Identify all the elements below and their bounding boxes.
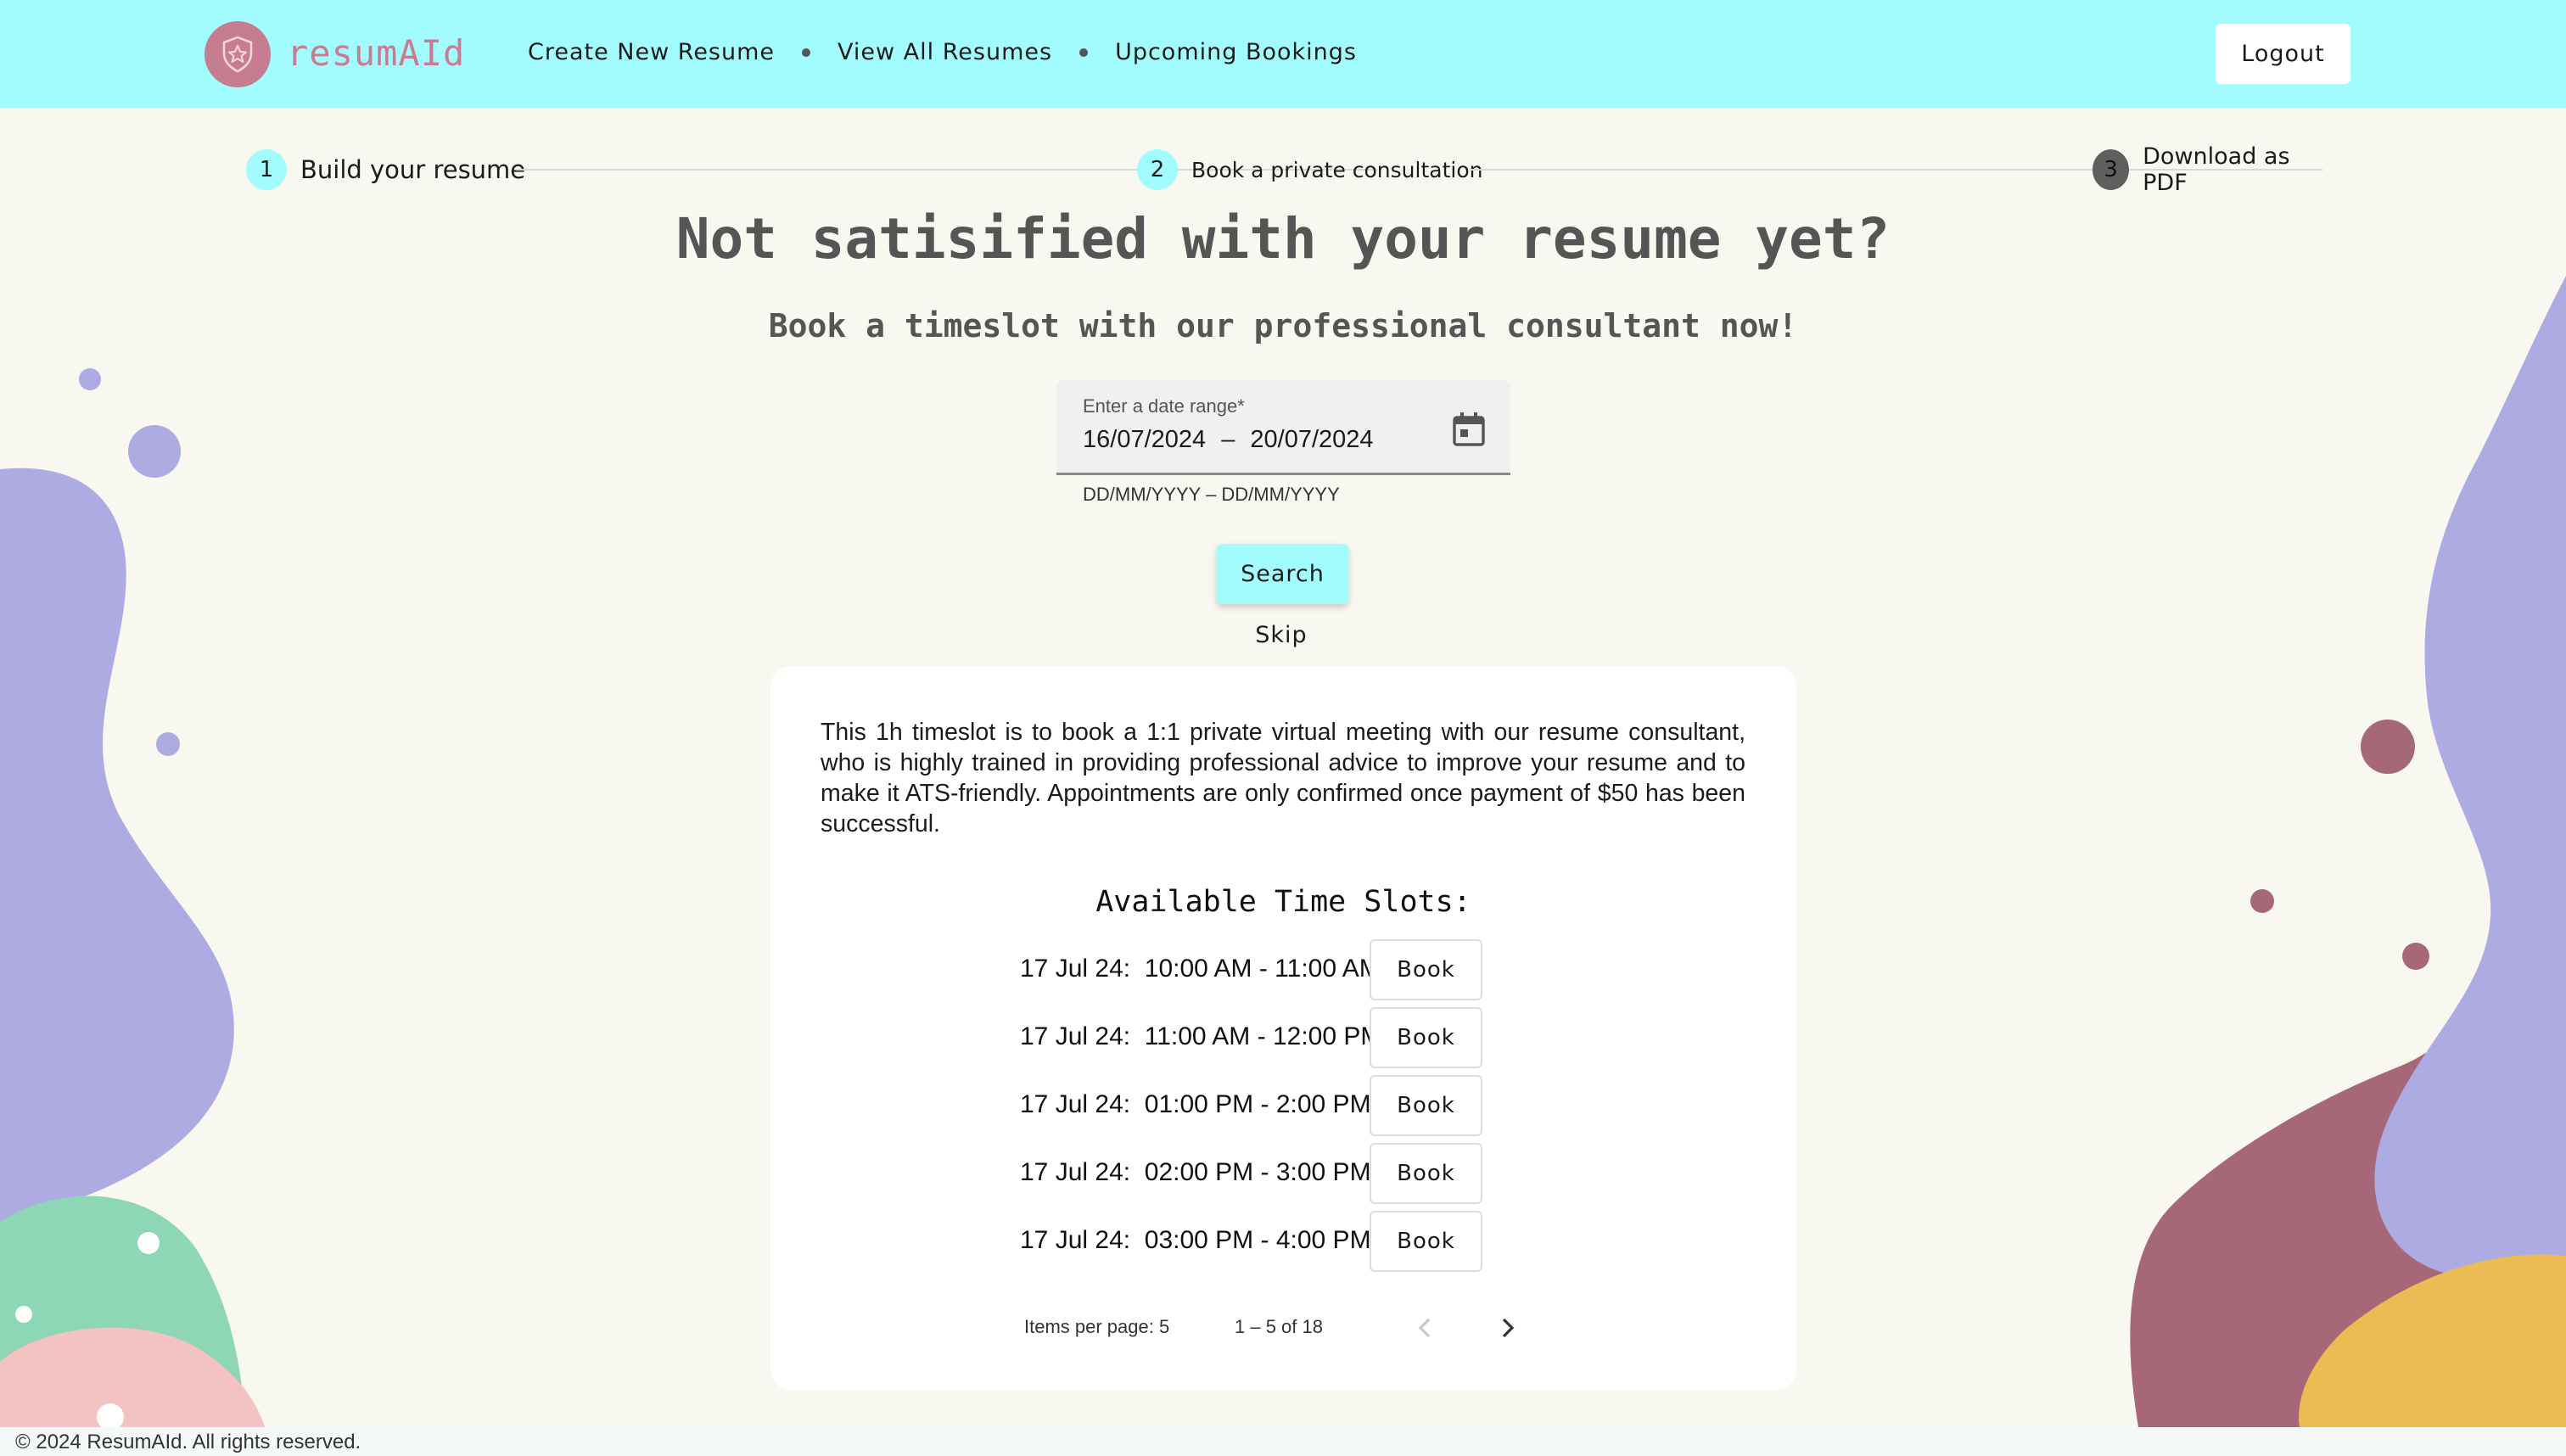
copyright-text: © 2024 ResumAId. All rights reserved. xyxy=(15,1431,361,1453)
date-separator: – xyxy=(1221,426,1235,453)
right-dot-small xyxy=(2250,889,2274,913)
left-pink-blob xyxy=(0,1327,265,1427)
date-range-label: Enter a date range* xyxy=(1083,395,1245,417)
page-range-label: 1 – 5 of 18 xyxy=(1235,1316,1323,1337)
date-range-value: 16/07/2024 – 20/07/2024 xyxy=(1083,426,1374,454)
book-button[interactable]: Book xyxy=(1370,1007,1482,1068)
footer: © 2024 ResumAId. All rights reserved. xyxy=(0,1427,2566,1456)
date-start-input[interactable]: 16/07/2024 xyxy=(1083,426,1206,453)
logout-button[interactable]: Logout xyxy=(2216,24,2350,84)
time-slot-row: 17 Jul 24: 03:00 PM - 4:00 PM SGT Book xyxy=(1020,1211,1563,1272)
time-slot-row: 17 Jul 24: 11:00 AM - 12:00 PM SGT Book xyxy=(1020,1007,1563,1068)
chevron-left-icon[interactable] xyxy=(1409,1311,1443,1345)
timeslot-card: This 1h timeslot is to book a 1:1 privat… xyxy=(770,666,1796,1390)
step-number: 2 xyxy=(1137,149,1178,190)
step-label: Book a private consultation xyxy=(1191,157,1483,182)
right-dot-medium xyxy=(2402,943,2429,970)
book-button[interactable]: Book xyxy=(1370,1143,1482,1204)
app-name[interactable]: resumAId xyxy=(287,32,465,74)
time-slot-row: 17 Jul 24: 02:00 PM - 3:00 PM SGT Book xyxy=(1020,1143,1563,1204)
right-mauve-blob xyxy=(2130,899,2566,1427)
skip-link[interactable]: Skip xyxy=(1239,622,1324,648)
date-format-hint: DD/MM/YYYY – DD/MM/YYYY xyxy=(1083,484,1340,505)
right-dot-large xyxy=(2361,720,2415,774)
left-dot-small xyxy=(79,368,101,390)
book-button[interactable]: Book xyxy=(1370,939,1482,1000)
step-label: Build your resume xyxy=(300,155,526,184)
left-white-dot-2 xyxy=(15,1306,32,1323)
step-label: Download as PDF xyxy=(2143,143,2290,196)
items-per-page-label[interactable]: Items per page: 5 xyxy=(1024,1316,1169,1338)
time-slot-row: 17 Jul 24: 10:00 AM - 11:00 AM SGT Book xyxy=(1020,939,1563,1000)
step-number: 3 xyxy=(2093,149,2130,190)
nav-view-all-resumes[interactable]: View All Resumes xyxy=(838,39,1052,65)
left-dot-tiny xyxy=(156,732,180,756)
right-lavender-blob xyxy=(2374,276,2566,1277)
right-yellow-blob xyxy=(2299,1254,2566,1427)
step-download-pdf[interactable]: 3 Download as PDF xyxy=(2093,143,2322,196)
consultation-description: This 1h timeslot is to book a 1:1 privat… xyxy=(821,719,1745,837)
nav-separator-dot xyxy=(1079,48,1089,57)
page-subtitle: Book a timeslot with our professional co… xyxy=(768,307,1798,344)
step-build-resume[interactable]: 1 Build your resume xyxy=(246,148,525,191)
progress-stepper: 1 Build your resume 2 Book a private con… xyxy=(246,143,2322,196)
top-navbar: resumAId Create New Resume View All Resu… xyxy=(0,0,2566,108)
book-button[interactable]: Book xyxy=(1370,1075,1482,1136)
step-book-consultation[interactable]: 2 Book a private consultation xyxy=(1137,148,1482,191)
page-title: Not satisified with your resume yet? xyxy=(675,206,1891,272)
logo-icon[interactable] xyxy=(204,21,271,87)
left-white-dot-1 xyxy=(137,1232,160,1254)
left-dot-medium xyxy=(128,425,181,478)
nav-upcoming-bookings[interactable]: Upcoming Bookings xyxy=(1115,39,1357,65)
time-slot-row: 17 Jul 24: 01:00 PM - 2:00 PM SGT Book xyxy=(1020,1075,1563,1136)
date-end-input[interactable]: 20/07/2024 xyxy=(1250,426,1373,453)
calendar-icon[interactable] xyxy=(1451,411,1487,448)
shield-star-icon xyxy=(222,36,253,73)
date-range-field[interactable]: Enter a date range* 16/07/2024 – 20/07/2… xyxy=(1056,380,1510,475)
chevron-right-icon[interactable] xyxy=(1490,1311,1524,1345)
nav-separator-dot xyxy=(802,48,811,57)
book-button[interactable]: Book xyxy=(1370,1211,1482,1272)
nav-create-new-resume[interactable]: Create New Resume xyxy=(528,39,775,65)
left-lavender-blob xyxy=(0,468,234,1222)
paginator: Items per page: 5 1 – 5 of 18 xyxy=(770,1311,1796,1345)
main-nav: Create New Resume View All Resumes Upcom… xyxy=(528,39,1357,65)
left-green-blob xyxy=(0,1196,246,1427)
available-slots-title: Available Time Slots: xyxy=(1095,885,1471,919)
search-button[interactable]: Search xyxy=(1217,544,1348,604)
step-number: 1 xyxy=(246,149,287,190)
